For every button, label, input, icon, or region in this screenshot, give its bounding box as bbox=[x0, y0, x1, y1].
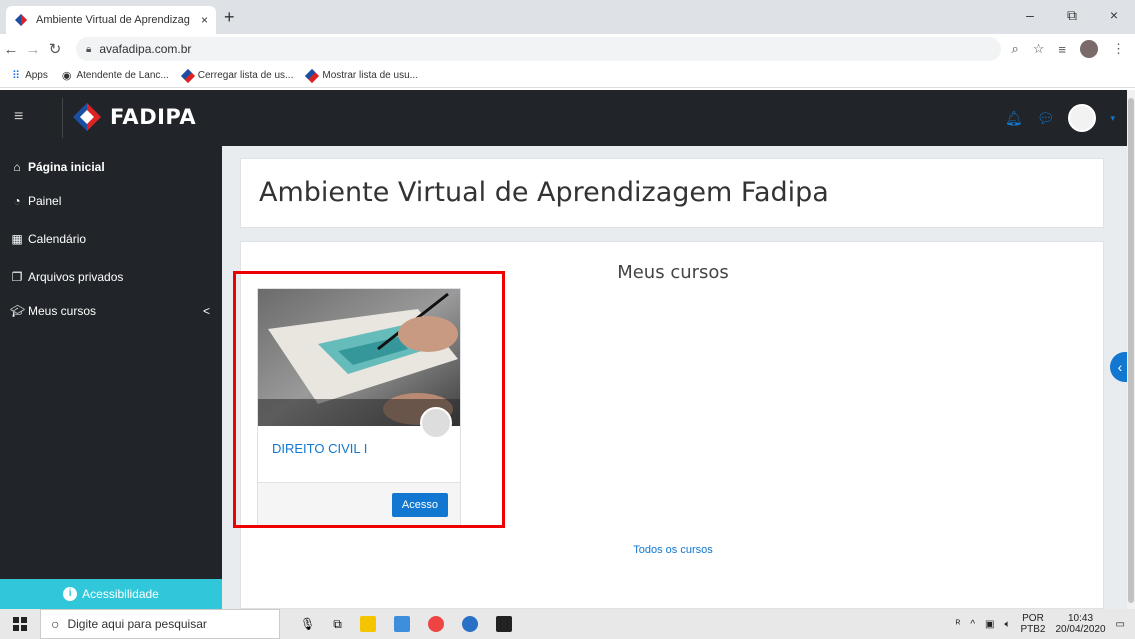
reload-icon[interactable]: ↻ bbox=[44, 40, 66, 58]
nav-drawer: ⌂ Página inicial ◔ Painel ▦ Calendário ❐… bbox=[0, 146, 222, 609]
minimize-button[interactable]: – bbox=[1009, 0, 1051, 34]
network-icon[interactable]: ▣ bbox=[985, 619, 994, 630]
fadipa-diamond-icon bbox=[305, 68, 320, 83]
sidebar-item-label: Página inicial bbox=[28, 160, 105, 174]
header-divider bbox=[62, 98, 63, 138]
close-window-button[interactable]: × bbox=[1093, 0, 1135, 34]
lock-icon: 🔒︎ bbox=[86, 43, 92, 55]
bookmark-label: Cerregar lista de us... bbox=[197, 70, 294, 81]
bookmark-mostrar-lista[interactable]: Mostrar lista de usu... bbox=[305, 68, 418, 83]
profile-avatar-icon[interactable] bbox=[1080, 40, 1098, 58]
window-controls: – ⧉ × bbox=[1009, 0, 1135, 34]
home-icon: ⌂ bbox=[13, 160, 21, 174]
sidebar-item-arquivos-privados[interactable]: ❐ Arquivos privados bbox=[10, 270, 124, 284]
accessibility-label: Acessibilidade bbox=[82, 587, 159, 601]
reading-list-icon[interactable]: ≡ bbox=[1058, 42, 1066, 57]
chrome-icon[interactable] bbox=[427, 616, 444, 632]
clock-date: 20/04/2020 bbox=[1055, 624, 1106, 635]
tray-expand-icon[interactable]: ^ bbox=[970, 619, 975, 630]
windows-taskbar: ○ Digite aqui para pesquisar 🎙︎ ⧉ ᴿ ^ ▣ … bbox=[0, 609, 1135, 639]
sidebar-item-label: Meus cursos bbox=[28, 304, 97, 318]
new-tab-button[interactable]: + bbox=[224, 7, 235, 28]
chevron-left-icon: < bbox=[202, 304, 210, 318]
bookmark-label: Apps bbox=[25, 70, 48, 81]
address-toolbar: ← → ↻ 🔒︎ avafadipa.com.br ⌕ ☆ ≡ ⋮ bbox=[0, 34, 1135, 64]
restore-button[interactable]: ⧉ bbox=[1051, 0, 1093, 34]
sidebar-item-label: Painel bbox=[28, 194, 62, 208]
sidebar-item-pagina-inicial[interactable]: ⌂ Página inicial bbox=[10, 160, 105, 174]
people-icon[interactable]: ᴿ bbox=[956, 619, 961, 630]
mail-app-icon[interactable] bbox=[359, 616, 376, 632]
system-tray: ᴿ ^ ▣ 🔈︎ POR PTB2 10:43 20/04/2020 ▭ bbox=[956, 609, 1125, 639]
cortana-circle-icon: ○ bbox=[51, 616, 60, 632]
sidebar-item-label: Arquivos privados bbox=[28, 270, 124, 284]
bookmark-atendente[interactable]: ◉ Atendente de Lanc... bbox=[62, 69, 169, 82]
bookmark-label: Mostrar lista de usu... bbox=[322, 70, 418, 81]
files-icon: ❐ bbox=[11, 270, 23, 284]
zoom-icon[interactable]: ⌕ bbox=[1011, 41, 1018, 57]
notification-bell-icon[interactable]: 🔔︎ bbox=[1005, 110, 1023, 127]
microphone-icon[interactable]: 🎙︎ bbox=[300, 617, 315, 631]
taskbar-search-box[interactable]: ○ Digite aqui para pesquisar bbox=[40, 609, 280, 639]
site-header: ≡ FADIPA 🔔︎ 💬︎ ▾ bbox=[0, 90, 1127, 146]
bookmark-label: Atendente de Lanc... bbox=[76, 70, 169, 81]
windows-logo-icon bbox=[13, 617, 27, 631]
browser-tab-strip: Ambiente Virtual de Aprendizag × + – ⧉ × bbox=[0, 0, 1135, 34]
sidebar-item-meus-cursos[interactable]: 🎓︎ Meus cursos < bbox=[10, 304, 210, 318]
browser-tab[interactable]: Ambiente Virtual de Aprendizag × bbox=[6, 6, 216, 34]
lang-top: POR bbox=[1022, 613, 1044, 624]
user-avatar[interactable] bbox=[1068, 104, 1097, 132]
address-bar[interactable]: 🔒︎ avafadipa.com.br bbox=[76, 37, 1002, 61]
taskbar-apps: 🎙︎ ⧉ bbox=[300, 616, 512, 632]
calendar-icon: ▦ bbox=[11, 232, 23, 246]
volume-icon[interactable]: 🔈︎ bbox=[1004, 619, 1010, 630]
notifications-icon[interactable]: ▭ bbox=[1116, 619, 1125, 630]
sidebar-item-painel[interactable]: ◔ Painel bbox=[10, 194, 61, 208]
page-scrollbar[interactable] bbox=[1127, 90, 1135, 609]
hamburger-menu-icon[interactable]: ≡ bbox=[14, 108, 28, 126]
taskbar-search-placeholder: Digite aqui para pesquisar bbox=[67, 617, 207, 631]
bookmark-carregar-lista[interactable]: Cerregar lista de us... bbox=[180, 68, 294, 83]
language-indicator[interactable]: POR PTB2 bbox=[1020, 613, 1045, 635]
terminal-icon[interactable] bbox=[495, 616, 512, 632]
url-text: avafadipa.com.br bbox=[99, 42, 192, 56]
graduation-cap-icon: 🎓︎ bbox=[10, 304, 26, 318]
highlight-annotation-box bbox=[233, 271, 505, 528]
fadipa-logo-icon bbox=[73, 103, 101, 131]
messages-chat-icon[interactable]: 💬︎ bbox=[1037, 110, 1055, 127]
windows-start-icon[interactable] bbox=[0, 609, 40, 639]
accessibility-button[interactable]: i Acessibilidade bbox=[0, 579, 222, 609]
user-menu-caret-icon[interactable]: ▾ bbox=[1110, 113, 1115, 124]
dashboard-icon: ◔ bbox=[13, 194, 21, 208]
scrollbar-thumb[interactable] bbox=[1128, 98, 1134, 603]
accessibility-icon: i bbox=[63, 587, 78, 601]
star-icon[interactable]: ☆ bbox=[1033, 41, 1045, 57]
task-view-icon[interactable]: ⧉ bbox=[333, 617, 342, 632]
globe-icon: ◉ bbox=[61, 70, 72, 82]
apps-grid-icon: ⠿ bbox=[12, 70, 21, 82]
tab-title: Ambiente Virtual de Aprendizag bbox=[36, 14, 190, 26]
fadipa-favicon-icon bbox=[15, 14, 27, 26]
header-actions: 🔔︎ 💬︎ ▾ bbox=[1005, 104, 1115, 132]
sidebar-item-label: Calendário bbox=[28, 232, 87, 246]
bookmark-apps[interactable]: ⠿ Apps bbox=[12, 69, 48, 82]
file-explorer-icon[interactable] bbox=[393, 616, 410, 632]
tab-close-icon[interactable]: × bbox=[201, 13, 208, 27]
page-title: Ambiente Virtual de Aprendizagem Fadipa bbox=[259, 177, 829, 208]
fadipa-diamond-icon bbox=[180, 68, 195, 83]
toolbar-actions: ⌕ ☆ ≡ ⋮ bbox=[1011, 40, 1125, 58]
bookmarks-bar: ⠿ Apps ◉ Atendente de Lanc... Cerregar l… bbox=[0, 64, 1135, 88]
forward-arrow-icon[interactable]: → bbox=[22, 41, 44, 58]
page-header-card: Ambiente Virtual de Aprendizagem Fadipa bbox=[240, 158, 1104, 228]
clock[interactable]: 10:43 20/04/2020 bbox=[1055, 613, 1105, 635]
back-arrow-icon[interactable]: ← bbox=[0, 41, 22, 58]
sidebar-item-calendario[interactable]: ▦ Calendário bbox=[10, 232, 86, 246]
site-logo[interactable]: FADIPA bbox=[72, 102, 196, 132]
all-courses-link[interactable]: Todos os cursos bbox=[241, 544, 1105, 556]
browser-menu-icon[interactable]: ⋮ bbox=[1112, 41, 1125, 57]
lang-bottom: PTB2 bbox=[1020, 624, 1046, 635]
app-circle-icon[interactable] bbox=[461, 616, 478, 632]
clock-time: 10:43 bbox=[1068, 613, 1094, 624]
logo-text: FADIPA bbox=[110, 105, 197, 129]
